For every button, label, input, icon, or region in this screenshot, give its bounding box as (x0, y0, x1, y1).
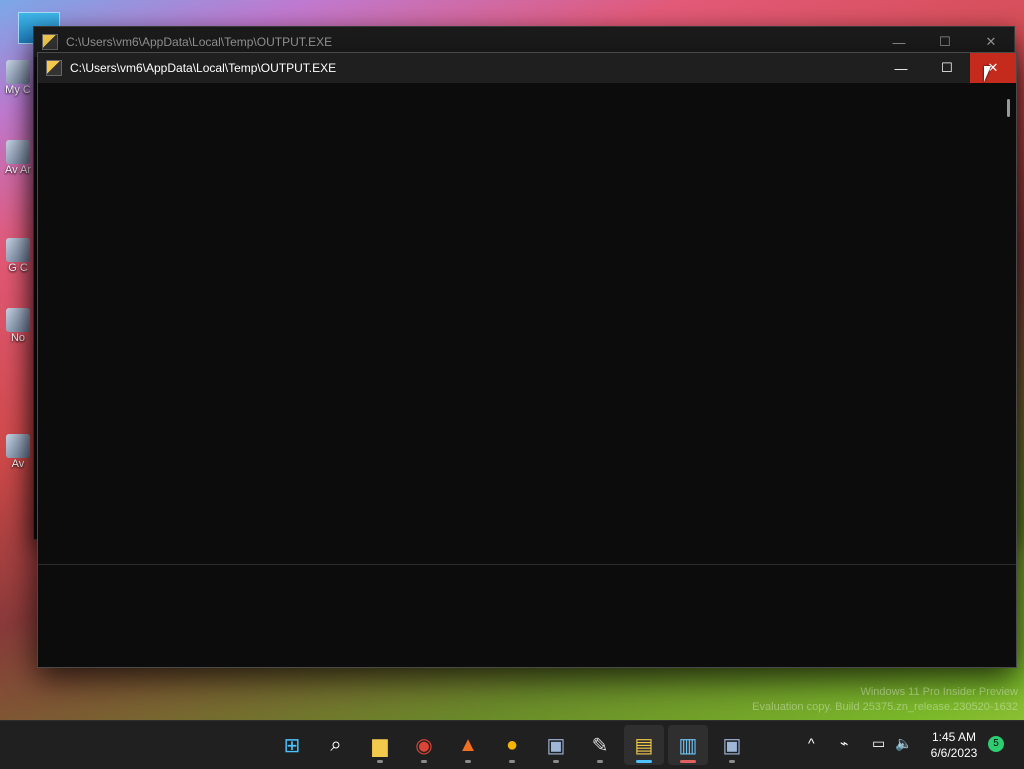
console-output-area[interactable] (38, 83, 1016, 563)
taskbar-app-tool-3[interactable]: ▣ (712, 725, 752, 765)
desktop-icon[interactable]: Av (0, 434, 36, 470)
taskbar-avast-secure[interactable]: ● (492, 725, 532, 765)
watermark-line-2: Evaluation copy. Build 25375.zn_release.… (752, 701, 1018, 713)
watermark-line-1: Windows 11 Pro Insider Preview (860, 686, 1018, 698)
running-indicator (509, 760, 515, 763)
taskbar-app-tool-2[interactable]: ✎ (580, 725, 620, 765)
avast-browser-icon: ▲ (458, 733, 478, 756)
front-maximize-button[interactable]: ☐ (924, 53, 970, 83)
console-app-icon: ▤ (634, 734, 654, 757)
chrome-icon: ◉ (415, 734, 433, 757)
taskbar-file-explorer[interactable]: ▆ (360, 725, 400, 765)
app-tool-1-icon: ▣ (546, 734, 566, 757)
running-indicator (553, 760, 559, 763)
front-minimize-button[interactable]: — (878, 53, 924, 83)
console-app-icon (42, 34, 58, 50)
desktop-icon[interactable]: Av Ar (0, 140, 36, 176)
clock[interactable]: 1:45 AM 6/6/2023 (920, 729, 988, 761)
console-lower-pane (38, 564, 1016, 667)
shortcut-icon (6, 308, 30, 332)
notepad-icon: ▥ (678, 734, 698, 757)
desktop-icon-label: My C (5, 84, 31, 96)
desktop-icon[interactable]: No (0, 308, 36, 344)
taskbar-start-button[interactable]: ⊞ (272, 725, 312, 765)
taskbar-search-button[interactable]: ⌕ (316, 725, 356, 765)
desktop-icon[interactable]: My C (0, 60, 36, 96)
shortcut-icon (6, 60, 30, 84)
taskbar-console-app[interactable]: ▤ (624, 725, 664, 765)
shortcut-icon (6, 140, 30, 164)
front-close-button[interactable]: ✕ (970, 53, 1016, 83)
taskbar-app-tool-1[interactable]: ▣ (536, 725, 576, 765)
notification-badge[interactable]: 5 (988, 736, 1004, 752)
volume-icon[interactable]: 🔈 (895, 735, 912, 752)
mouse-cursor-icon (984, 66, 991, 82)
desktop-icon-label: Av (11, 458, 25, 470)
running-indicator (377, 760, 383, 763)
shortcut-icon (6, 238, 30, 262)
tray-chevron-icon[interactable]: ^ (808, 735, 815, 751)
search-button-icon: ⌕ (330, 733, 342, 756)
console-scrollbar[interactable] (1007, 99, 1010, 117)
running-indicator (597, 760, 603, 763)
running-indicator (421, 760, 427, 763)
back-window-title: C:\Users\vm6\AppData\Local\Temp\OUTPUT.E… (66, 35, 333, 49)
desktop-icon-label: No (10, 332, 26, 344)
running-indicator (729, 760, 735, 763)
taskbar-chrome[interactable]: ◉ (404, 725, 444, 765)
running-indicator (465, 760, 471, 763)
shortcut-icon (6, 434, 30, 458)
running-indicator (680, 760, 696, 763)
taskbar-avast-browser[interactable]: ▲ (448, 725, 488, 765)
start-button-icon: ⊞ (283, 734, 301, 757)
taskbar-notepad[interactable]: ▥ (668, 725, 708, 765)
console-app-icon (46, 60, 62, 76)
display-icon[interactable]: ▭ (872, 735, 885, 752)
front-window-title: C:\Users\vm6\AppData\Local\Temp\OUTPUT.E… (70, 61, 337, 75)
avast-secure-icon: ● (505, 733, 519, 756)
running-indicator (636, 760, 652, 763)
desktop-icon[interactable]: G C (0, 238, 36, 274)
front-console-window[interactable]: C:\Users\vm6\AppData\Local\Temp\OUTPUT.E… (37, 52, 1017, 668)
desktop-icon-label: Av Ar (4, 164, 32, 176)
file-explorer-icon: ▆ (372, 734, 388, 757)
clock-date: 6/6/2023 (930, 746, 978, 760)
taskbar: ⊞ ⌕ ▆ ◉ ▲ ● ▣ ✎ ▤ ▥ ▣ ^ ⌁ ▭ 🔈 1:45 AM 6/6/2023 (0, 720, 1024, 769)
front-titlebar[interactable]: C:\Users\vm6\AppData\Local\Temp\OUTPUT.E… (38, 53, 1016, 83)
desktop-icon-label: G C (8, 262, 28, 274)
app-tool-2-icon: ✎ (591, 734, 609, 757)
clock-time: 1:45 AM (931, 730, 977, 744)
network-icon[interactable]: ⌁ (840, 735, 848, 752)
app-tool-3-icon: ▣ (722, 734, 742, 757)
